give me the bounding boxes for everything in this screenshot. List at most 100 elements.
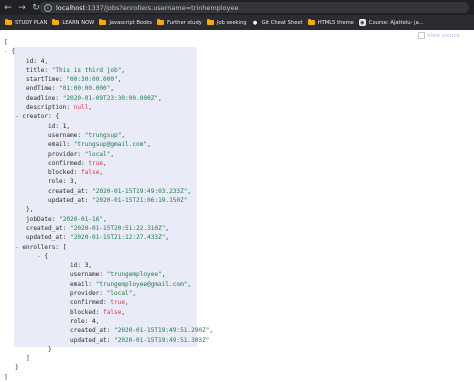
json-value: , [117,76,122,84]
json-value: , [132,290,137,298]
bookmark-label: STUDY PLAN [15,19,48,26]
json-value: , [209,327,214,335]
json-line: role: 3, [0,177,213,186]
bookmark-label: Job seeking [216,19,247,26]
json-line: title: "This is third job", [0,66,213,75]
json-value: "2020-01-15T21:12:27.433Z" [70,234,166,242]
json-line: created_at: "2020-01-15T19:49:03.233Z", [0,187,213,196]
json-value: , [44,57,49,65]
json-value: , [73,178,78,186]
json-key: jobDate: [26,215,60,223]
json-value: , [66,122,71,130]
bookmark-learn-now[interactable]: LEARN NOW [52,19,94,26]
json-value: , [95,317,100,325]
view-source-checkbox[interactable] [418,32,425,39]
json-key: endTime: [26,85,60,93]
json-value: , [161,271,166,279]
forward-icon[interactable]: → [16,2,28,14]
bookmark-javascript-books[interactable]: Javascript Books [99,19,152,26]
github-icon: ● [251,19,259,26]
json-key: deadline: [26,94,63,102]
json-value: "2020-01-15T19:49:51.290Z" [114,327,210,335]
json-line: email: "trungsup@gmail.com", [0,140,213,149]
bookmark-study-plan[interactable]: STUDY PLAN [5,19,48,26]
bookmark-html5-theme[interactable]: HTML5 theme [307,19,354,26]
json-value: "2020-01-15T19:49:51.303Z" [114,336,210,344]
bookmark-job-seeking[interactable]: Job seeking [206,19,247,26]
json-value: , [165,224,170,232]
json-value: [ [4,39,8,46]
json-line: username: "trungsup", [0,131,213,140]
json-line: endTime: "01:00:00.000", [0,84,213,93]
json-value: , [147,141,151,149]
json-line: jobDate: "2020-01-16", [0,215,213,224]
json-key: username: [48,131,85,139]
json-value: , [121,131,126,139]
json-line: blocked: false, [0,168,213,177]
json-key: role: [48,178,71,186]
json-key: confirmed: [48,159,89,167]
json-line: blocked: false, [0,308,213,317]
json-value: { [44,252,49,260]
json-key: username: [70,271,107,279]
json-value: "This is third job" [51,66,122,74]
json-line: id: 3, [0,261,213,270]
view-source-label: View source [427,33,461,39]
json-value: , [88,262,93,270]
browser-toolbar: ← → ↻ i localhost:1337/jobs?enrollers.us… [0,0,474,15]
json-line: id: 4, [0,57,213,66]
bookmark-git-cheat-sheet[interactable]: ● Git Cheat Sheet [251,19,303,26]
info-icon[interactable]: i [44,3,52,12]
json-line: provider: "local", [0,150,213,159]
back-icon[interactable]: ← [2,2,14,14]
json-line: provider: "local", [0,289,213,298]
json-line: role: 4, [0,317,213,326]
json-key: enrollers: [22,243,63,251]
json-key: email: [70,280,96,288]
json-line: id: 1, [0,122,213,131]
json-value: "trungsup" [84,131,122,139]
url-path: :1337/jobs?enrollers.username=trinhemplo… [85,3,239,12]
json-key: id: [70,262,85,270]
bookmark-course[interactable]: ◉ Course: Ajattelu- ja... [358,19,424,26]
json-value: } [48,345,52,353]
folder-icon [307,19,315,25]
json-key: updated_at: [26,234,71,242]
json-line: confirmed: true, [0,159,213,168]
url-text[interactable]: localhost:1337/jobs?enrollers.username=t… [56,4,239,12]
address-bar[interactable]: i localhost:1337/jobs?enrollers.username… [39,2,469,13]
json-value: "2020-01-09T23:30:00.000Z" [62,94,159,102]
browser-chrome: ← → ↻ i localhost:1337/jobs?enrollers.us… [0,0,474,30]
json-key: role: [70,317,93,325]
json-key: description: [26,104,74,112]
json-line: } [0,363,213,372]
json-value: , [158,94,162,102]
json-key: updated_at: [48,197,93,205]
json-value: "00:30:00.000" [66,76,118,84]
json-value: "01:00:00.000" [59,85,111,93]
json-value: "trungsup@gmail.com" [73,141,148,149]
json-value: , [165,234,170,242]
json-value: , [110,150,115,158]
json-value: }, [26,206,34,214]
json-value: true [88,159,104,167]
json-key: blocked: [70,308,104,316]
json-line: confirmed: true, [0,298,213,307]
json-value: true [110,299,126,307]
json-value: , [125,299,129,307]
json-viewer: [- {id: 4, title: "This is third job", sta… [0,38,213,382]
bookmark-further-study[interactable]: Further study [157,19,202,26]
json-key: updated_at: [70,336,115,344]
json-value: "2020-01-15T21:06:19.150Z" [92,197,188,205]
view-source-toggle[interactable]: View source [418,32,460,39]
json-key: confirmed: [70,299,111,307]
json-key: creator: [22,113,56,121]
json-key: id: [48,122,63,130]
bookmarks-bar: STUDY PLAN LEARN NOW Javascript Books Fu… [0,16,474,29]
json-value: , [187,187,192,195]
json-line: description: null, [0,103,213,112]
json-key: provider: [48,150,85,158]
bookmark-label: HTML5 theme [317,19,354,26]
json-value: , [121,308,126,316]
json-line: updated_at: "2020-01-15T21:06:19.150Z" [0,196,213,205]
